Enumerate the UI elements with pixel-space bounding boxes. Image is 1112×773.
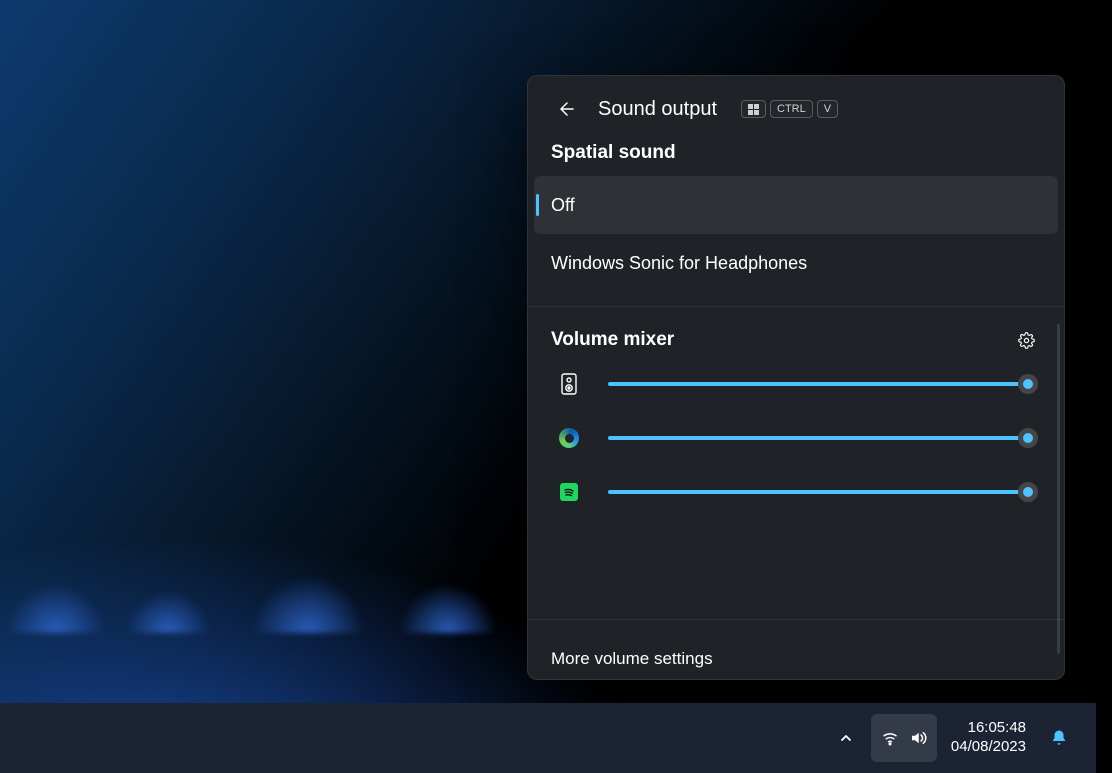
v-key: V [817, 100, 838, 118]
mixer-row-system [558, 373, 1034, 395]
flyout-header: Sound output CTRL V [528, 76, 1064, 134]
tray-overflow-button[interactable] [829, 714, 863, 762]
screen-edge [1096, 703, 1112, 773]
slider-track [608, 436, 1034, 440]
sound-output-flyout: Sound output CTRL V Spatial sound Off Wi… [527, 75, 1065, 680]
taskbar: 16:05:48 04/08/2023 [0, 703, 1096, 773]
slider-thumb[interactable] [1018, 428, 1038, 448]
volume-slider-system[interactable] [608, 374, 1034, 394]
flyout-title: Sound output [598, 98, 717, 121]
option-label: Windows Sonic for Headphones [551, 253, 807, 274]
notifications-button[interactable] [1040, 714, 1078, 762]
ctrl-key: CTRL [770, 100, 813, 118]
chevron-up-icon [839, 731, 853, 745]
spatial-sound-label: Spatial sound [528, 134, 1064, 176]
taskbar-clock[interactable]: 16:05:48 04/08/2023 [945, 714, 1032, 762]
back-button[interactable] [550, 94, 580, 124]
arrow-left-icon [555, 99, 575, 119]
gear-icon [1018, 332, 1035, 349]
spatial-sound-options: Off Windows Sonic for Headphones [528, 176, 1064, 292]
network-sound-tray[interactable] [871, 714, 937, 762]
slider-track [608, 490, 1034, 494]
speaker-device-icon [558, 373, 580, 395]
volume-icon [909, 729, 927, 747]
scrollbar[interactable] [1057, 324, 1060, 654]
keyboard-shortcut: CTRL V [741, 100, 838, 118]
slider-thumb[interactable] [1018, 374, 1038, 394]
more-link-label: More volume settings [551, 649, 713, 669]
volume-mixer-header: Volume mixer [528, 307, 1064, 369]
wifi-icon [881, 729, 899, 747]
spotify-icon [558, 481, 580, 503]
edge-icon [558, 427, 580, 449]
mixer-settings-button[interactable] [1011, 325, 1041, 355]
taskbar-date: 04/08/2023 [951, 738, 1026, 757]
windows-key-icon [741, 100, 766, 118]
volume-slider-spotify[interactable] [608, 482, 1034, 502]
volume-mixer-rows [528, 369, 1064, 513]
slider-track [608, 382, 1034, 386]
spatial-option-sonic[interactable]: Windows Sonic for Headphones [534, 234, 1058, 292]
spatial-option-off[interactable]: Off [534, 176, 1058, 234]
mixer-row-spotify [558, 481, 1034, 503]
option-label: Off [551, 195, 575, 216]
bell-icon [1050, 729, 1068, 747]
volume-slider-edge[interactable] [608, 428, 1034, 448]
wallpaper-detail [0, 513, 560, 633]
mixer-row-edge [558, 427, 1034, 449]
taskbar-time: 16:05:48 [968, 719, 1026, 738]
slider-thumb[interactable] [1018, 482, 1038, 502]
volume-mixer-label: Volume mixer [551, 329, 674, 351]
more-volume-settings-link[interactable]: More volume settings [528, 619, 1064, 679]
